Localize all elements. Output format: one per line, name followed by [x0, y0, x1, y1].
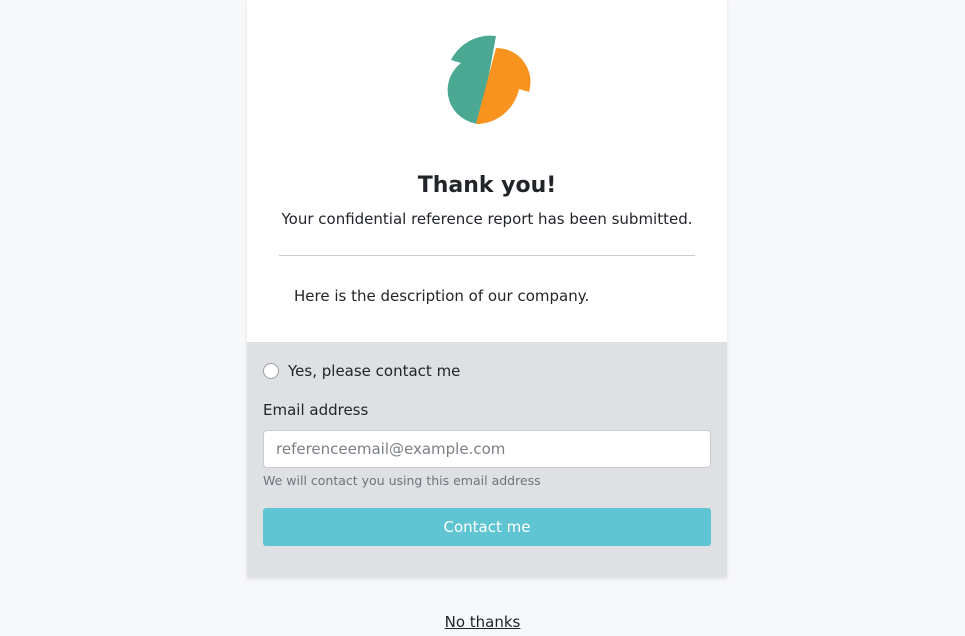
page-title: Thank you! — [417, 173, 557, 198]
no-thanks-container: No thanks — [0, 611, 965, 633]
contact-me-radio-option[interactable]: Yes, please contact me — [263, 360, 460, 382]
email-field-label: Email address — [263, 401, 369, 419]
company-description: Here is the description of our company. — [294, 287, 590, 305]
confirmation-message: Your confidential reference report has b… — [281, 210, 693, 228]
company-logo-icon — [447, 35, 531, 125]
contact-panel: Yes, please contact me Email address We … — [247, 342, 727, 577]
no-thanks-link[interactable]: No thanks — [445, 613, 521, 631]
contact-me-button[interactable]: Contact me — [263, 508, 711, 546]
contact-me-radio[interactable] — [263, 363, 279, 379]
contact-me-radio-label: Yes, please contact me — [288, 362, 461, 380]
divider — [279, 255, 695, 256]
email-help-text: We will contact you using this email add… — [263, 473, 541, 488]
confirmation-card: Thank you! Your confidential reference r… — [247, 0, 727, 577]
email-field[interactable] — [263, 430, 711, 468]
